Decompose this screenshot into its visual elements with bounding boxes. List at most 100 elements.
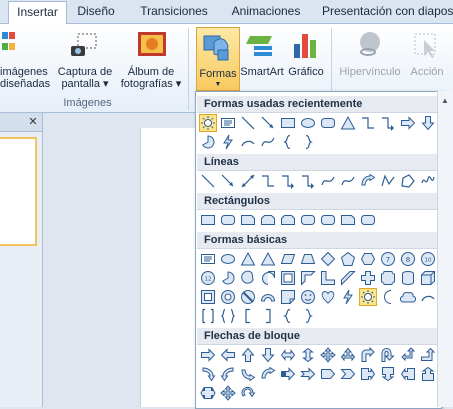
shape-bentup-icon[interactable] xyxy=(420,347,436,363)
shape-rrect-icon[interactable] xyxy=(220,212,236,228)
chart-button[interactable]: Gráfico xyxy=(284,66,328,78)
shape-rarrow-icon[interactable] xyxy=(200,347,216,363)
shape-lrcallout-icon[interactable] xyxy=(200,385,216,401)
shape-sun-icon[interactable] xyxy=(199,114,217,132)
shape-circarrow-icon[interactable] xyxy=(240,385,256,401)
shape-ucallout-icon[interactable] xyxy=(420,366,436,382)
close-icon[interactable]: ✕ xyxy=(26,114,40,130)
shape-snip-icon[interactable] xyxy=(240,212,256,228)
shape-para-icon[interactable] xyxy=(280,251,296,267)
shape-lbrace-icon[interactable] xyxy=(280,308,296,324)
shape-rect-icon[interactable] xyxy=(200,212,216,228)
shape-fold-icon[interactable] xyxy=(280,289,296,305)
shape-darrow-icon[interactable] xyxy=(420,115,436,131)
shape-moon-icon[interactable] xyxy=(380,289,396,305)
shape-chevron-icon[interactable] xyxy=(340,366,356,382)
shape-num-icon[interactable]: 7 xyxy=(380,251,396,267)
shape-pent-icon[interactable] xyxy=(340,251,356,267)
shape-uturn-icon[interactable] xyxy=(380,347,396,363)
shape-lshape-icon[interactable] xyxy=(320,270,336,286)
shape-donut-icon[interactable] xyxy=(220,289,236,305)
shape-snip2-icon[interactable] xyxy=(260,212,276,228)
shape-bolt-icon[interactable] xyxy=(220,134,236,150)
shape-bevel-icon[interactable] xyxy=(200,289,216,305)
shape-tear-icon[interactable] xyxy=(260,270,276,286)
shape-quadarrow-icon[interactable] xyxy=(320,347,336,363)
shape-udarrow-icon[interactable] xyxy=(300,347,316,363)
gallery-scrollbar[interactable]: ▲ xyxy=(437,91,453,407)
shape-blockarc-icon[interactable] xyxy=(260,289,276,305)
shape-oval-icon[interactable] xyxy=(300,115,316,131)
shape-pie-icon[interactable] xyxy=(200,134,216,150)
shape-cube-icon[interactable] xyxy=(420,270,436,286)
shape-cloud-icon[interactable] xyxy=(400,289,416,305)
tab-presentacion[interactable]: Presentación con diapos xyxy=(322,0,453,23)
shape-diagstripe-icon[interactable] xyxy=(340,270,356,286)
hyperlink-button[interactable]: Hipervínculo xyxy=(335,66,405,78)
shape-halfframe-icon[interactable] xyxy=(300,270,316,286)
shape-arc-icon[interactable] xyxy=(420,289,436,305)
tab-animaciones[interactable]: Animaciones xyxy=(228,0,304,23)
shape-rarrow-icon[interactable] xyxy=(400,115,416,131)
screenshot-button[interactable]: Captura de pantalla ▾ xyxy=(55,66,115,90)
shape-rcallout-icon[interactable] xyxy=(360,366,376,382)
shape-poly-icon[interactable] xyxy=(400,173,416,189)
tab-insertar[interactable]: Insertar xyxy=(8,1,67,25)
shape-dcallout-icon[interactable] xyxy=(380,366,396,382)
shape-striped-icon[interactable] xyxy=(280,366,296,382)
tab-transiciones[interactable]: Transiciones xyxy=(135,0,213,23)
shape-tri-icon[interactable] xyxy=(240,251,256,267)
shape-pie-icon[interactable] xyxy=(220,270,236,286)
shape-dblbrace-icon[interactable] xyxy=(220,308,236,324)
shape-curve-icon[interactable] xyxy=(320,173,336,189)
shape-rect-icon[interactable] xyxy=(280,115,296,131)
shape-tri-icon[interactable] xyxy=(260,251,276,267)
shape-lruarrow-icon[interactable] xyxy=(340,347,356,363)
shape-can-icon[interactable] xyxy=(400,270,416,286)
shape-curvedu-icon[interactable] xyxy=(240,366,256,382)
shape-larrow-icon[interactable] xyxy=(220,347,236,363)
shape-line-icon[interactable] xyxy=(200,173,216,189)
shape-rrect-icon[interactable] xyxy=(300,212,316,228)
shape-rbracket-icon[interactable] xyxy=(260,308,276,324)
shape-darrow-icon[interactable] xyxy=(260,347,276,363)
shape-curvedr-icon[interactable] xyxy=(200,366,216,382)
smartart-button[interactable]: SmartArt xyxy=(238,66,286,78)
shape-bracket-icon[interactable] xyxy=(240,308,256,324)
shape-lcallout-icon[interactable] xyxy=(400,366,416,382)
shape-curve-icon[interactable] xyxy=(340,173,356,189)
photo-album-button[interactable]: Álbum de fotografías ▾ xyxy=(116,66,186,90)
shape-elbowarr-icon[interactable] xyxy=(280,173,296,189)
shape-chord-icon[interactable] xyxy=(240,270,256,286)
slide-thumbnail[interactable] xyxy=(0,137,37,246)
shape-rrect-icon[interactable] xyxy=(320,115,336,131)
shape-snip-icon[interactable] xyxy=(340,212,356,228)
shape-elbowarr-icon[interactable] xyxy=(380,115,396,131)
scroll-up-icon[interactable]: ▲ xyxy=(441,96,449,105)
shape-pentagonArr-icon[interactable] xyxy=(320,366,336,382)
shape-noSym-icon[interactable] xyxy=(240,289,256,305)
shape-plaque-icon[interactable] xyxy=(380,270,396,286)
clipart-button[interactable]: imágenes diseñadas xyxy=(0,66,50,90)
shape-num8-icon[interactable]: 8 xyxy=(400,251,416,267)
shape-notched-icon[interactable] xyxy=(300,366,316,382)
shape-freeform-icon[interactable] xyxy=(380,173,396,189)
shape-trap-icon[interactable] xyxy=(300,251,316,267)
shape-curvedd-icon[interactable] xyxy=(260,366,276,382)
shape-elbowarr-icon[interactable] xyxy=(300,173,316,189)
shape-hex-icon[interactable] xyxy=(360,251,376,267)
shape-arrowline-icon[interactable] xyxy=(260,115,276,131)
shapes-button[interactable]: Formas ▼ xyxy=(196,27,240,91)
shape-bolt-icon[interactable] xyxy=(340,289,356,305)
shape-snip2-icon[interactable] xyxy=(280,212,296,228)
shape-uarrow-icon[interactable] xyxy=(240,347,256,363)
shape-dblarrow-icon[interactable] xyxy=(240,173,256,189)
shape-curve-icon[interactable] xyxy=(260,134,276,150)
shape-frame-icon[interactable] xyxy=(280,270,296,286)
shape-arrowline-icon[interactable] xyxy=(220,173,236,189)
shape-num12-icon[interactable]: 12 xyxy=(200,270,216,286)
shape-dblbracket-icon[interactable] xyxy=(200,308,216,324)
shape-scribble-icon[interactable] xyxy=(420,173,436,189)
shape-sun-icon[interactable] xyxy=(359,288,377,306)
shape-cross-icon[interactable] xyxy=(360,270,376,286)
